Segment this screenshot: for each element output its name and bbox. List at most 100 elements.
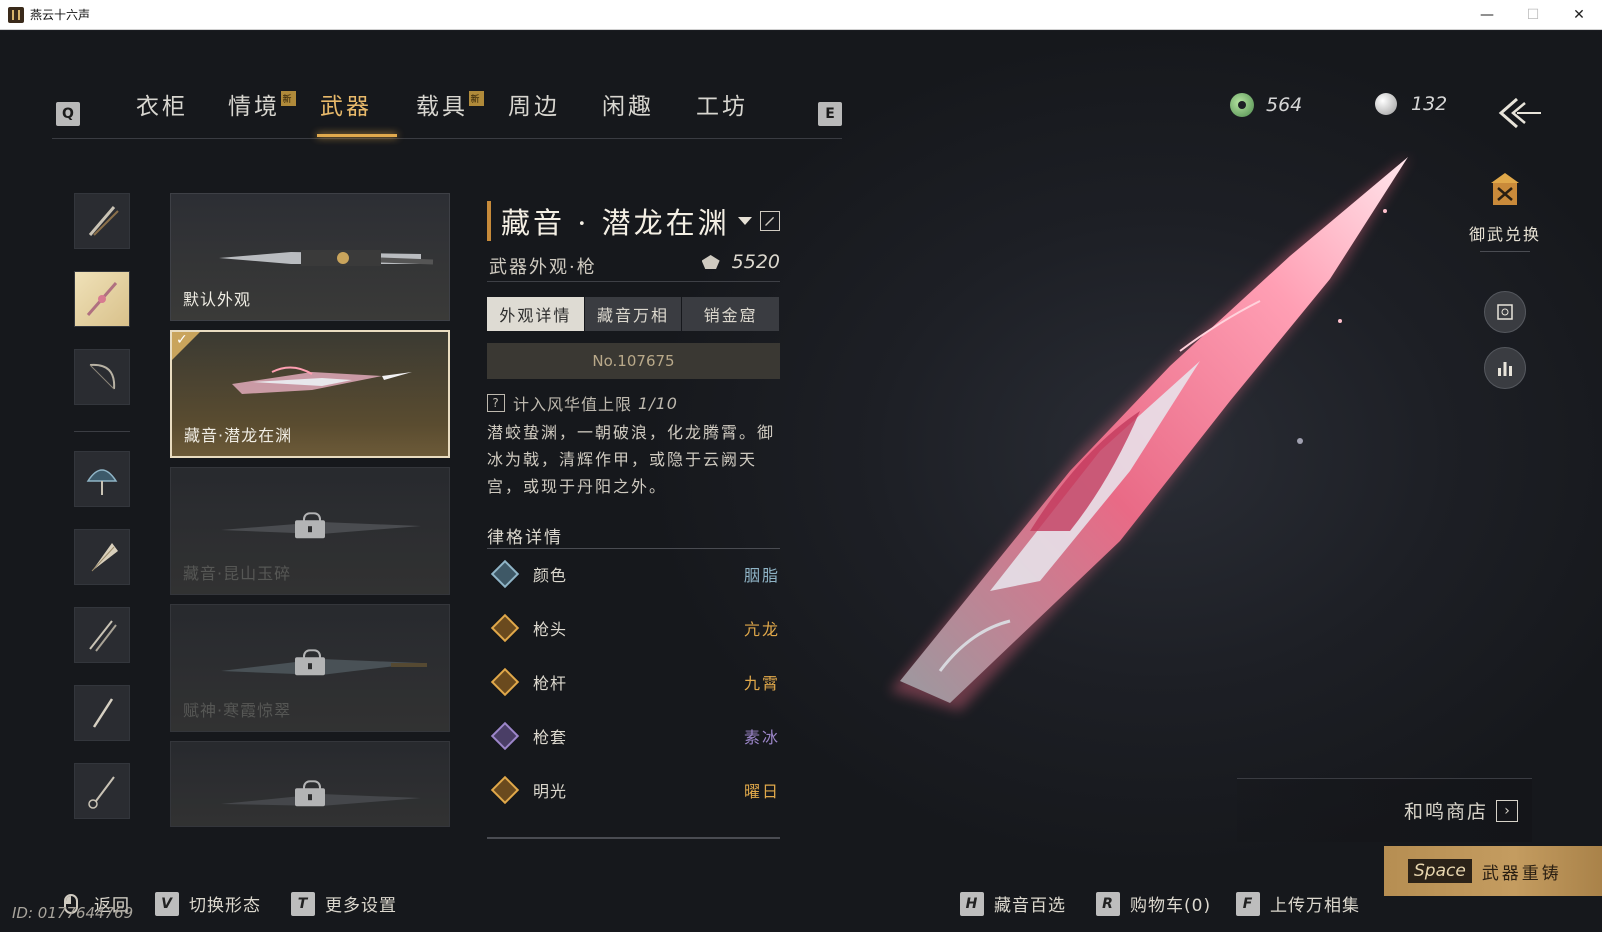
- tab-cangyin-wanxiang[interactable]: 藏音万相: [584, 297, 682, 331]
- attr-value: 亢龙: [743, 620, 780, 639]
- attr-name: 颜色: [533, 566, 568, 585]
- heming-shop-button[interactable]: 和鸣商店 ›: [1237, 778, 1532, 842]
- tab-label: 闲趣: [602, 94, 654, 120]
- card-label: 默认外观: [183, 290, 252, 309]
- pearl-icon: [1375, 93, 1397, 115]
- game-stage: Q 衣柜 情境新 武器 载具新 周边 闲趣 工坊 E 564 132 默认外观 …: [0, 31, 1602, 932]
- jade-amount: 564: [1266, 94, 1303, 116]
- attr-value: 素冰: [743, 728, 780, 747]
- skin-card-locked-5[interactable]: [170, 741, 450, 827]
- hint-cart[interactable]: R 购物车(0): [1096, 891, 1211, 916]
- wardrobe-icon[interactable]: [1484, 291, 1526, 333]
- tab-appearance-detail[interactable]: 外观详情: [487, 297, 584, 331]
- skin-title-row[interactable]: 藏音 · 潜龙在渊: [487, 201, 780, 241]
- divider: [1480, 251, 1530, 252]
- pearl-amount: 132: [1411, 93, 1448, 115]
- help-icon[interactable]: ?: [487, 394, 505, 412]
- hint-label: 藏音百选: [994, 896, 1066, 916]
- hint-more-settings[interactable]: T 更多设置: [291, 891, 397, 916]
- category-divider: [74, 431, 130, 432]
- hint-switch-form[interactable]: V 切换形态: [155, 891, 261, 916]
- attr-row-sheath: 枪套 素冰: [487, 721, 780, 751]
- tab-merch[interactable]: 周边: [508, 69, 560, 139]
- attr-row-shaft: 枪杆 九霄: [487, 667, 780, 697]
- pearl-currency: 132: [1375, 93, 1447, 115]
- card-label: 赋神·寒霞惊翠: [183, 701, 292, 720]
- fan-category-icon[interactable]: [74, 529, 130, 585]
- next-tab-key[interactable]: E: [818, 102, 842, 126]
- hint-label: 购物车(0): [1130, 896, 1212, 916]
- diamond-icon: [490, 721, 520, 751]
- whip-category-icon[interactable]: [74, 763, 130, 819]
- rope-dart-category-icon[interactable]: [74, 685, 130, 741]
- tab-label: 衣柜: [136, 94, 188, 120]
- tab-vehicle[interactable]: 载具新: [416, 69, 484, 139]
- key-r: R: [1096, 891, 1120, 916]
- tab-xiaojinku[interactable]: 销金窟: [682, 297, 780, 331]
- tab-weapon[interactable]: 武器: [320, 69, 372, 139]
- minimize-button[interactable]: —: [1464, 0, 1510, 30]
- divider: [487, 548, 780, 549]
- attr-name: 枪套: [533, 728, 568, 747]
- key-f: F: [1236, 891, 1260, 916]
- back-arrow-icon[interactable]: [1495, 95, 1543, 131]
- weapon-preview-image[interactable]: [880, 151, 1440, 751]
- weapon-reforge-button[interactable]: Space 武器重铸: [1384, 846, 1602, 896]
- active-tab-indicator: [317, 134, 397, 137]
- skin-price: 5520: [701, 251, 780, 273]
- reforge-label: 武器重铸: [1481, 863, 1562, 884]
- key-v: V: [155, 891, 179, 916]
- external-link-icon: ›: [1496, 799, 1518, 822]
- umbrella-category-icon[interactable]: [74, 451, 130, 507]
- spear-category-icon[interactable]: [74, 271, 130, 327]
- attr-name: 明光: [533, 782, 568, 801]
- chevron-down-icon[interactable]: [737, 217, 752, 225]
- hint-collection[interactable]: H 藏音百选: [960, 891, 1066, 916]
- bow-category-icon[interactable]: [74, 349, 130, 405]
- fenghua-cap-row: ? 计入风华值上限 1/10: [487, 391, 678, 415]
- price-value: 5520: [731, 251, 780, 273]
- divider: [487, 837, 780, 839]
- tab-label: 载具: [416, 94, 468, 120]
- twin-blade-category-icon[interactable]: [74, 607, 130, 663]
- skin-card-qianlong[interactable]: 藏音·潜龙在渊: [170, 330, 450, 458]
- tab-label: 周边: [508, 94, 560, 120]
- tab-workshop[interactable]: 工坊: [696, 69, 748, 139]
- exchange-label[interactable]: 御武兑换: [1460, 221, 1550, 245]
- hint-label: 切换形态: [189, 896, 261, 916]
- diamond-icon: [490, 559, 520, 589]
- tab-leisure[interactable]: 闲趣: [602, 69, 654, 139]
- hint-upload[interactable]: F 上传万相集: [1236, 891, 1360, 916]
- diamond-icon: [490, 613, 520, 643]
- prev-tab-key[interactable]: Q: [56, 102, 80, 126]
- key-h: H: [960, 891, 984, 916]
- attr-row-spearhead: 枪头 亢龙: [487, 613, 780, 643]
- attr-value: 曜日: [743, 782, 780, 801]
- maximize-button[interactable]: ☐: [1510, 0, 1556, 30]
- diamond-icon: [490, 667, 520, 697]
- section-title: 律格详情: [487, 528, 563, 548]
- hint-label: 更多设置: [325, 896, 397, 916]
- skin-subtitle: 武器外观·枪: [489, 257, 597, 278]
- stats-icon[interactable]: [1484, 347, 1526, 389]
- jade-currency: 564: [1230, 93, 1302, 117]
- cap-value: 1/10: [638, 393, 678, 413]
- skin-card-hanxia[interactable]: 赋神·寒霞惊翠: [170, 604, 450, 732]
- skin-title: 藏音 · 潜龙在渊: [501, 206, 730, 240]
- tab-scene[interactable]: 情境新: [228, 69, 296, 139]
- skin-card-default[interactable]: 默认外观: [170, 193, 450, 321]
- detail-tabs: 外观详情 藏音万相 销金窟: [487, 297, 780, 331]
- gem-icon: [701, 255, 720, 269]
- sword-category-icon[interactable]: [74, 193, 130, 249]
- close-button[interactable]: ✕: [1556, 0, 1602, 30]
- exchange-shrine-icon[interactable]: [1487, 171, 1523, 211]
- key-space: Space: [1408, 859, 1472, 883]
- top-navigation: Q 衣柜 情境新 武器 载具新 周边 闲趣 工坊 E: [52, 69, 842, 139]
- skin-card-kunshan[interactable]: 藏音·昆山玉碎: [170, 467, 450, 595]
- new-badge: 新: [281, 91, 296, 106]
- edit-icon[interactable]: [760, 211, 780, 231]
- key-t: T: [291, 891, 315, 916]
- tab-label: 工坊: [696, 94, 748, 120]
- player-uid: ID: 0177644769: [12, 904, 134, 922]
- tab-wardrobe[interactable]: 衣柜: [136, 69, 188, 139]
